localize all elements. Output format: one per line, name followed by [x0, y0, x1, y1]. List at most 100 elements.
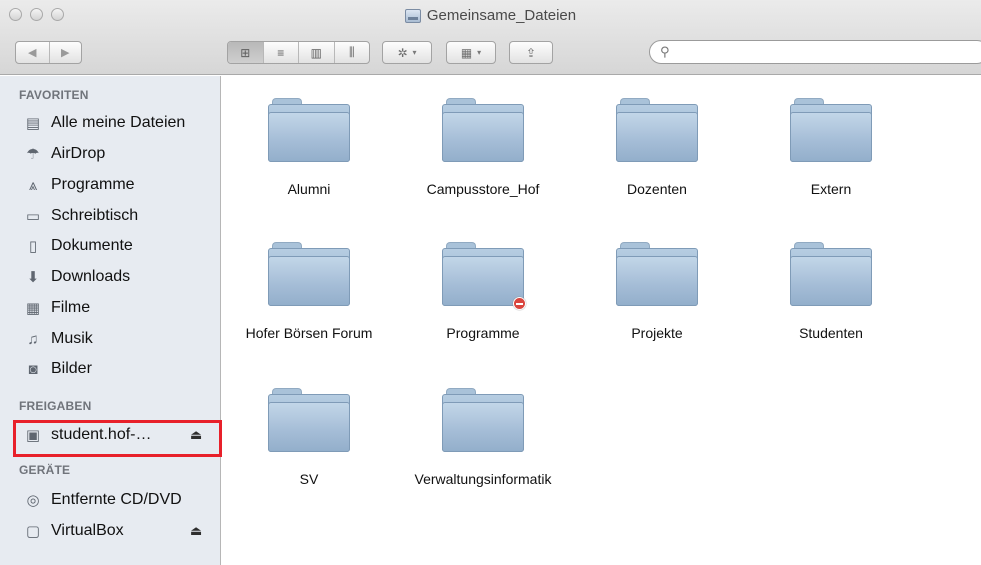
sidebar-item[interactable]: ⬇ Downloads	[23, 264, 130, 290]
sidebar-item[interactable]: ◙ Bilder	[23, 356, 92, 382]
sidebar-item[interactable]: ▭ Schreibtisch	[23, 203, 138, 229]
gear-icon: ✲	[397, 45, 408, 60]
icon-view-button[interactable]: ⊞	[228, 42, 263, 63]
disc-icon: ◎	[26, 492, 40, 509]
folder-label: Alumni	[287, 181, 331, 197]
sidebar-item-label: Alle meine Dateien	[51, 114, 186, 131]
folder-icon	[268, 242, 350, 306]
icon-view-icon: ⊞	[240, 45, 251, 60]
folder-item[interactable]: Hofer Börsen Forum	[222, 242, 396, 342]
folder-icon	[442, 242, 526, 310]
sidebar-section-devices: GERÄTE	[19, 463, 71, 477]
sidebar-item-label: Programme	[51, 176, 135, 193]
sidebar-item-label: Filme	[51, 299, 91, 316]
movies-icon: ▦	[25, 300, 41, 317]
sidebar-item[interactable]: ▢ VirtualBox	[23, 518, 124, 544]
no-access-icon	[513, 297, 526, 310]
coverflow-view-button[interactable]: ⫼	[333, 42, 370, 63]
sidebar-item[interactable]: ☂ AirDrop	[23, 141, 105, 167]
search-field[interactable]: ⚲	[649, 40, 981, 64]
folder-item[interactable]: Verwaltungsinformatik	[396, 388, 570, 488]
forward-arrow-icon: ▶	[61, 47, 70, 59]
chevron-down-icon: ▾	[412, 48, 417, 57]
sidebar-section-favorites: FAVORITEN	[19, 88, 89, 102]
sidebar-item-label: Dokumente	[51, 237, 133, 254]
sidebar-item-label: Schreibtisch	[51, 207, 139, 224]
sidebar-item-label: Bilder	[51, 360, 92, 377]
folder-item[interactable]: Campusstore_Hof	[396, 98, 570, 198]
sidebar-item[interactable]: ⩓ Programme	[23, 172, 135, 198]
folder-item[interactable]: Programme	[396, 242, 570, 342]
column-view-icon: ▥	[310, 45, 322, 60]
folder-label: Projekte	[631, 325, 683, 341]
folder-label: SV	[299, 471, 319, 487]
documents-icon: ▯	[28, 238, 38, 255]
file-grid: Alumni Campusstore_Hof Dozenten Extern Hofer…	[222, 76, 981, 565]
share-icon: ⇪	[525, 45, 537, 60]
folder-icon	[268, 98, 350, 162]
arrange-menu-button[interactable]: ▦ ▾	[446, 41, 496, 64]
sidebar-item[interactable]: ◎ Entfernte CD/DVD	[23, 487, 182, 513]
server-icon: ▣	[25, 427, 41, 444]
network-share-icon	[404, 8, 421, 23]
folder-label: Programme	[446, 325, 520, 341]
folder-label: Verwaltungsinformatik	[414, 471, 552, 487]
share-button[interactable]: ⇪	[509, 41, 553, 64]
sidebar: FAVORITEN FREIGABEN GERÄTE ▤ Alle meine D…	[0, 76, 222, 565]
folder-item[interactable]: Alumni	[222, 98, 396, 198]
music-icon: ♫	[27, 330, 39, 348]
folder-icon	[616, 98, 698, 162]
back-forward-control: ◀ ▶	[15, 41, 82, 64]
folder-icon	[442, 388, 524, 452]
folder-item[interactable]: Studenten	[744, 242, 918, 342]
list-view-icon: ≡	[277, 45, 285, 60]
drive-icon: ▢	[25, 523, 41, 540]
pictures-icon: ◙	[28, 360, 38, 378]
search-icon: ⚲	[660, 44, 670, 59]
sidebar-item[interactable]: ♫ Musik	[23, 326, 93, 352]
downloads-icon: ⬇	[26, 269, 40, 286]
folder-label: Dozenten	[627, 181, 687, 197]
folder-icon	[268, 388, 350, 452]
folder-label: Extern	[810, 181, 852, 197]
title-toolbar: Gemeinsame_Dateien ◀ ▶ ⊞ ≡ ▥ ⫼ ✲ ▾ ▦ ▾ ⇪…	[0, 0, 981, 75]
window-title-bar: Gemeinsame_Dateien	[0, 7, 981, 27]
action-menu-button[interactable]: ✲ ▾	[382, 41, 432, 64]
list-view-button[interactable]: ≡	[262, 42, 299, 63]
search-input[interactable]	[675, 44, 956, 60]
folder-label: Hofer Börsen Forum	[245, 325, 373, 341]
folder-icon	[790, 98, 872, 162]
applications-icon: ⩓	[28, 176, 38, 194]
back-arrow-icon: ◀	[28, 47, 37, 59]
sidebar-item-label: Downloads	[51, 268, 131, 285]
forward-button[interactable]: ▶	[48, 42, 82, 63]
sidebar-item-label: VirtualBox	[51, 522, 124, 539]
folder-icon	[442, 98, 524, 162]
sidebar-item-label: Musik	[51, 330, 93, 347]
folder-label: Campusstore_Hof	[426, 181, 540, 197]
folder-icon	[790, 242, 872, 306]
sidebar-item-label: Entfernte CD/DVD	[51, 491, 182, 508]
folder-item[interactable]: Extern	[744, 98, 918, 198]
sidebar-item[interactable]: ▯ Dokumente	[23, 233, 133, 259]
folder-label: Studenten	[799, 325, 863, 341]
all-files-icon: ▤	[25, 115, 41, 132]
finder-window: Gemeinsame_Dateien ◀ ▶ ⊞ ≡ ▥ ⫼ ✲ ▾ ▦ ▾ ⇪…	[0, 0, 981, 565]
view-mode-control: ⊞ ≡ ▥ ⫼	[227, 41, 370, 64]
sidebar-item-label: student.hof-…	[51, 426, 152, 443]
folder-item[interactable]: SV	[222, 388, 396, 488]
folder-icon	[616, 242, 698, 306]
sidebar-item[interactable]: ▣ student.hof-…	[23, 422, 152, 448]
eject-icon[interactable]: ⏏	[190, 427, 202, 443]
sidebar-item[interactable]: ▦ Filme	[23, 295, 90, 321]
chevron-down-icon: ▾	[477, 48, 482, 57]
folder-item[interactable]: Projekte	[570, 242, 744, 342]
sidebar-item[interactable]: ▤ Alle meine Dateien	[23, 110, 185, 136]
folder-item[interactable]: Dozenten	[570, 98, 744, 198]
airdrop-icon: ☂	[26, 146, 40, 163]
eject-icon[interactable]: ⏏	[190, 523, 202, 539]
back-button[interactable]: ◀	[16, 42, 49, 63]
sidebar-section-shared: FREIGABEN	[19, 399, 92, 413]
column-view-button[interactable]: ▥	[298, 42, 334, 63]
desktop-icon: ▭	[25, 208, 41, 225]
